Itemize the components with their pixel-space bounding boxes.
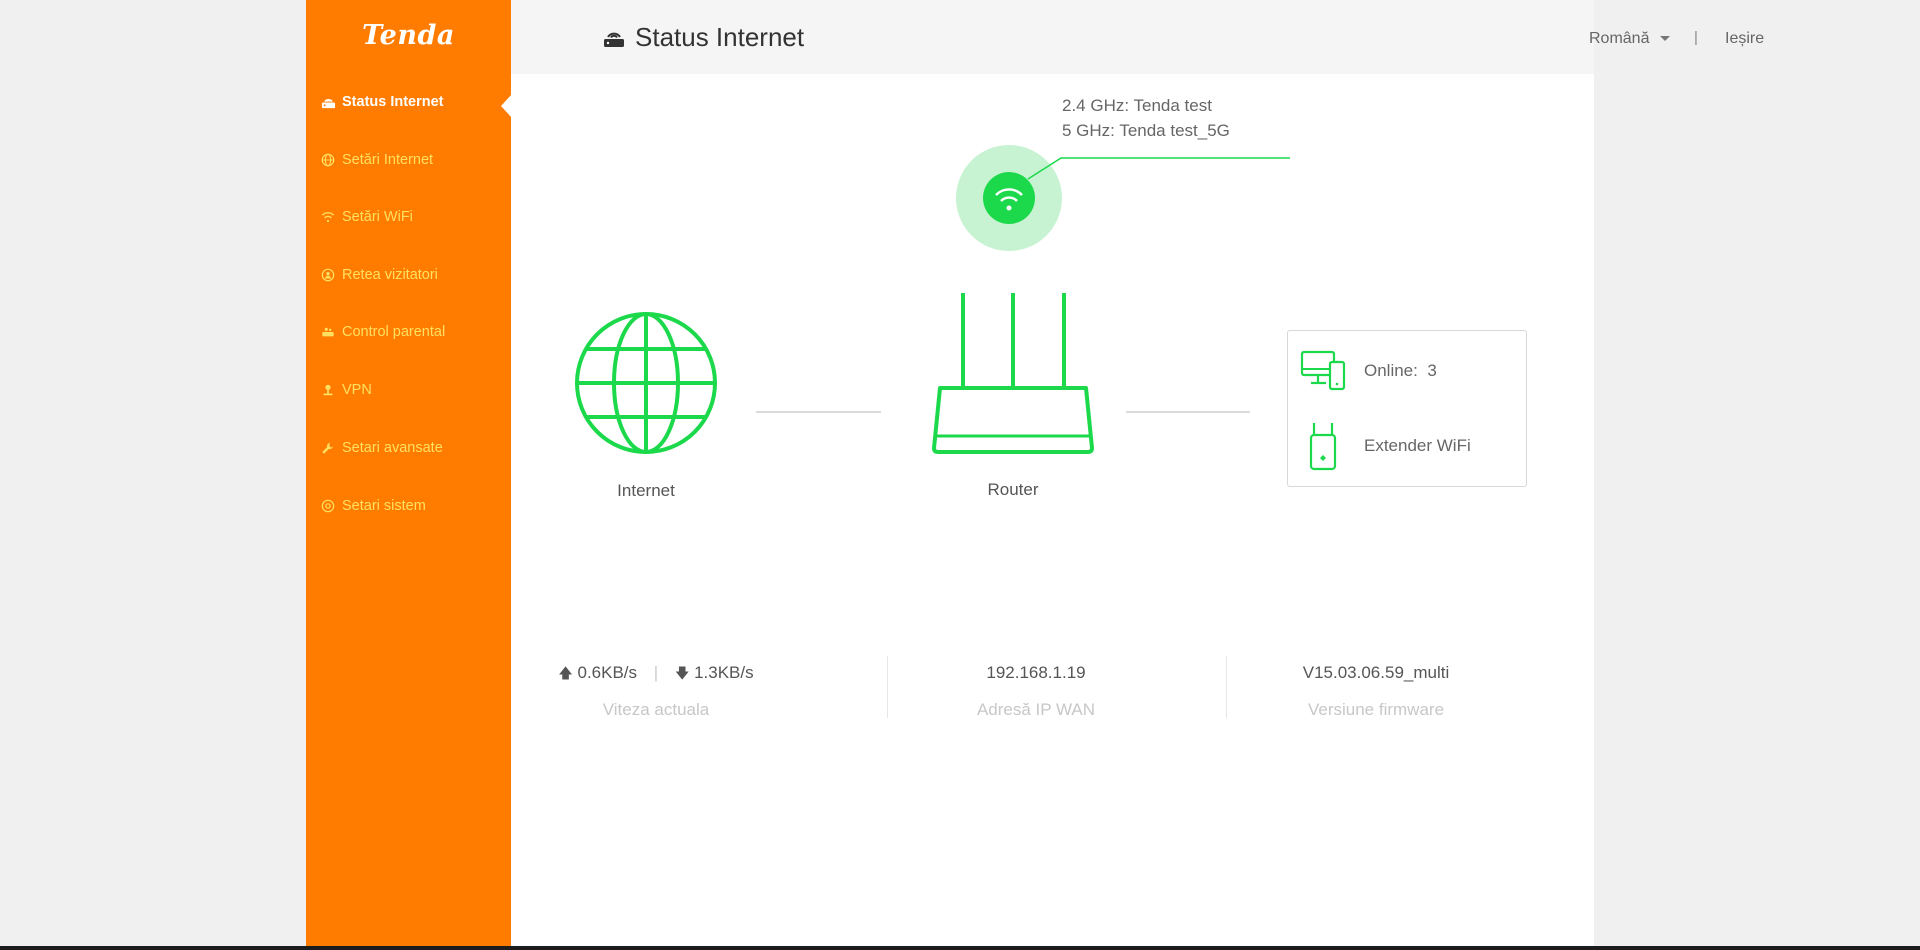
online-label: Online: — [1364, 361, 1418, 380]
upload-arrow-icon: 🡅 — [558, 665, 573, 681]
online-count: 3 — [1427, 361, 1437, 380]
logout-link[interactable]: Ieșire — [1725, 30, 1764, 48]
speed-readout: 🡅 0.6KB/s | 🡇 1.3KB/s — [506, 663, 806, 687]
online-devices: Online: 3 — [1364, 361, 1437, 381]
chevron-down-icon — [1660, 36, 1671, 41]
router-icon — [932, 293, 1094, 454]
wifi-info-connector — [1027, 157, 1290, 180]
devices-panel[interactable]: Online: 3 Extender WiFi — [1287, 330, 1527, 487]
wan-ip-value: 192.168.1.19 — [986, 663, 1086, 682]
devices-icon — [1300, 350, 1346, 391]
header-separator: | — [1694, 29, 1698, 46]
internet-label: Internet — [617, 481, 675, 500]
firmware-value: V15.03.06.59_multi — [1302, 663, 1450, 682]
language-select[interactable]: Română — [1589, 30, 1671, 48]
extender-label: Extender WiFi — [1364, 436, 1471, 455]
router-label: Router — [987, 480, 1039, 499]
internet-globe-icon — [575, 312, 717, 454]
wan-ip-label: Adresă IP WAN — [976, 700, 1096, 719]
wifi-status-icon[interactable] — [956, 145, 1062, 251]
app-window: Tenda Status Internet Setări Internet Se… — [306, 0, 1764, 950]
speed-label: Viteza actuala — [602, 700, 710, 719]
upload-speed: 0.6KB/s — [577, 663, 638, 682]
download-speed: 1.3KB/s — [694, 663, 754, 682]
speed-separator: | — [653, 663, 659, 682]
firmware-label: Versiune firmware — [1307, 700, 1445, 719]
wifi-extender-icon — [1309, 423, 1337, 471]
taskbar-edge — [0, 946, 1920, 950]
download-arrow-icon: 🡇 — [674, 665, 690, 681]
language-label: Română — [1589, 30, 1650, 47]
